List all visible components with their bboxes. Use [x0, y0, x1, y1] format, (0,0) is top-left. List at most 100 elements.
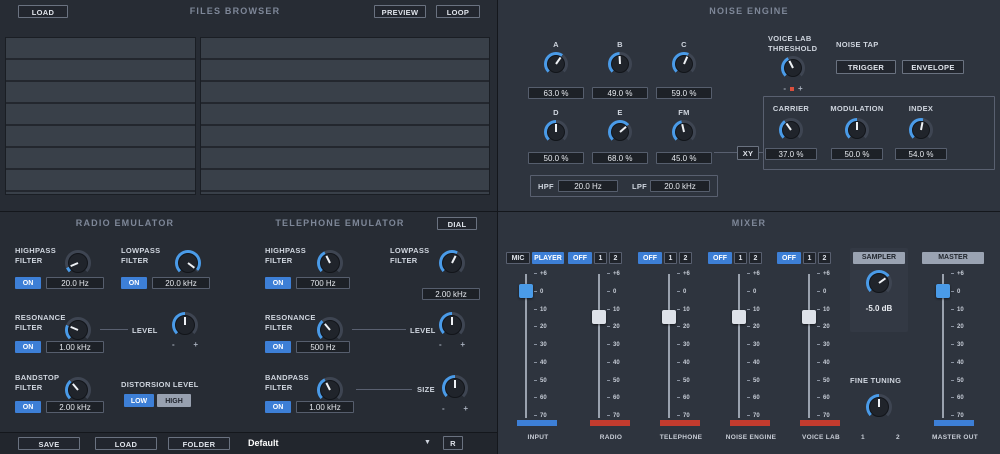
tel-resonance-on-button[interactable]: ON: [265, 341, 291, 353]
modulation-value[interactable]: 50.0 %: [831, 148, 883, 160]
noise-off-button[interactable]: OFF: [708, 252, 732, 264]
save-preset-button[interactable]: SAVE: [18, 437, 80, 450]
telephone-fader-track[interactable]: [668, 274, 670, 418]
radio-out2-button[interactable]: 2: [609, 252, 622, 264]
radio-lowpass-on-button[interactable]: ON: [121, 277, 147, 289]
knob-c[interactable]: [672, 52, 696, 76]
knob-e[interactable]: [608, 120, 632, 144]
knob-a[interactable]: [544, 52, 568, 76]
noise-fader-track[interactable]: [738, 274, 740, 418]
knob-a-value[interactable]: 63.0 %: [528, 87, 584, 99]
distorsion-high-button[interactable]: HIGH: [157, 394, 191, 407]
folder-button[interactable]: FOLDER: [168, 437, 230, 450]
radio-lowpass-knob[interactable]: [175, 250, 201, 276]
radio-fader[interactable]: +6010203040506070: [589, 274, 633, 426]
knob-d-value[interactable]: 50.0 %: [528, 152, 584, 164]
envelope-button[interactable]: ENVELOPE: [902, 60, 964, 74]
tel-lowpass-value[interactable]: 2.00 kHz: [422, 288, 480, 300]
tel-resonance-value[interactable]: 500 Hz: [296, 341, 350, 353]
telephone-out1-button[interactable]: 1: [664, 252, 677, 264]
voicelab-fader[interactable]: +6010203040506070: [799, 274, 843, 426]
radio-off-button[interactable]: OFF: [568, 252, 592, 264]
knob-b[interactable]: [608, 52, 632, 76]
xy-button[interactable]: XY: [737, 146, 759, 160]
radio-resonance-knob[interactable]: [65, 317, 91, 343]
voicelab-fader-track[interactable]: [808, 274, 810, 418]
knob-b-value[interactable]: 49.0 %: [592, 87, 648, 99]
radio-highpass-knob[interactable]: [65, 250, 91, 276]
telephone-off-button[interactable]: OFF: [638, 252, 662, 264]
distorsion-low-button[interactable]: LOW: [124, 394, 154, 407]
player-button[interactable]: PLAYER: [532, 252, 564, 264]
fine-tuning-knob[interactable]: [866, 394, 892, 420]
radio-channel-label: RADIO: [579, 434, 643, 441]
radio-bandstop-value[interactable]: 2.00 kHz: [46, 401, 104, 413]
radio-resonance-on-button[interactable]: ON: [15, 341, 41, 353]
noise-fader-handle[interactable]: [732, 310, 746, 324]
tel-level-knob[interactable]: [439, 312, 465, 338]
knob-c-value[interactable]: 59.0 %: [656, 87, 712, 99]
modulation-knob[interactable]: [845, 118, 869, 142]
fine-tuning-label: FINE TUNING: [850, 376, 920, 386]
radio-fader-track[interactable]: [598, 274, 600, 418]
knob-fm-value[interactable]: 45.0 %: [656, 152, 712, 164]
tel-bandpass-value[interactable]: 1.00 kHz: [296, 401, 354, 413]
voicelab-off-button[interactable]: OFF: [777, 252, 801, 264]
sampler-knob[interactable]: [866, 270, 892, 296]
loop-button[interactable]: LOOP: [436, 5, 480, 18]
telephone-fader[interactable]: +6010203040506070: [659, 274, 703, 426]
preset-reset-button[interactable]: R: [443, 436, 463, 450]
dial-button[interactable]: DIAL: [437, 217, 477, 230]
hpf-value[interactable]: 20.0 Hz: [558, 180, 618, 192]
preview-button[interactable]: PREVIEW: [374, 5, 426, 18]
voicelab-out1-button[interactable]: 1: [803, 252, 816, 264]
file-list-right[interactable]: [200, 37, 490, 195]
sampler-value[interactable]: -5.0 dB: [850, 304, 908, 313]
tel-lowpass-knob[interactable]: [439, 250, 465, 276]
radio-level-knob[interactable]: [172, 312, 198, 338]
tel-highpass-knob[interactable]: [317, 250, 343, 276]
load-preset-button[interactable]: LOAD: [95, 437, 157, 450]
radio-resonance-value[interactable]: 1.00 kHz: [46, 341, 104, 353]
radio-highpass-on-button[interactable]: ON: [15, 277, 41, 289]
radio-fader-handle[interactable]: [592, 310, 606, 324]
radio-lowpass-value[interactable]: 20.0 kHz: [152, 277, 210, 289]
telephone-out2-button[interactable]: 2: [679, 252, 692, 264]
radio-out1-button[interactable]: 1: [594, 252, 607, 264]
noise-fader[interactable]: +6010203040506070: [729, 274, 773, 426]
master-fader-handle[interactable]: [936, 284, 950, 298]
modulation-label: MODULATION: [827, 104, 887, 114]
telephone-fader-handle[interactable]: [662, 310, 676, 324]
noise-out2-button[interactable]: 2: [749, 252, 762, 264]
preset-dropdown-caret[interactable]: ▼: [424, 439, 431, 446]
radio-bandstop-knob[interactable]: [65, 377, 91, 403]
file-list-left[interactable]: [5, 37, 196, 195]
lpf-value[interactable]: 20.0 kHz: [650, 180, 710, 192]
knob-d[interactable]: [544, 120, 568, 144]
carrier-value[interactable]: 37.0 %: [765, 148, 817, 160]
noise-out1-button[interactable]: 1: [734, 252, 747, 264]
tel-bandpass-knob[interactable]: [317, 377, 343, 403]
radio-bandstop-on-button[interactable]: ON: [15, 401, 41, 413]
mic-button[interactable]: MIC: [506, 252, 530, 264]
tel-size-knob[interactable]: [442, 375, 468, 401]
index-knob[interactable]: [909, 118, 933, 142]
voice-lab-threshold-knob[interactable]: [781, 56, 805, 80]
radio-highpass-value[interactable]: 20.0 Hz: [46, 277, 104, 289]
trigger-button[interactable]: TRIGGER: [836, 60, 896, 74]
master-fader[interactable]: +6010203040506070: [933, 274, 977, 426]
tel-size-line: [356, 389, 412, 390]
input-fader[interactable]: +6010203040506070: [516, 274, 560, 426]
carrier-knob[interactable]: [779, 118, 803, 142]
input-fader-handle[interactable]: [519, 284, 533, 298]
index-value[interactable]: 54.0 %: [895, 148, 947, 160]
knob-fm[interactable]: [672, 120, 696, 144]
knob-e-value[interactable]: 68.0 %: [592, 152, 648, 164]
tel-bandpass-on-button[interactable]: ON: [265, 401, 291, 413]
tel-highpass-on-button[interactable]: ON: [265, 277, 291, 289]
preset-name[interactable]: Default: [248, 438, 279, 448]
voicelab-out2-button[interactable]: 2: [818, 252, 831, 264]
voicelab-fader-handle[interactable]: [802, 310, 816, 324]
tel-highpass-value[interactable]: 700 Hz: [296, 277, 350, 289]
tel-resonance-knob[interactable]: [317, 317, 343, 343]
